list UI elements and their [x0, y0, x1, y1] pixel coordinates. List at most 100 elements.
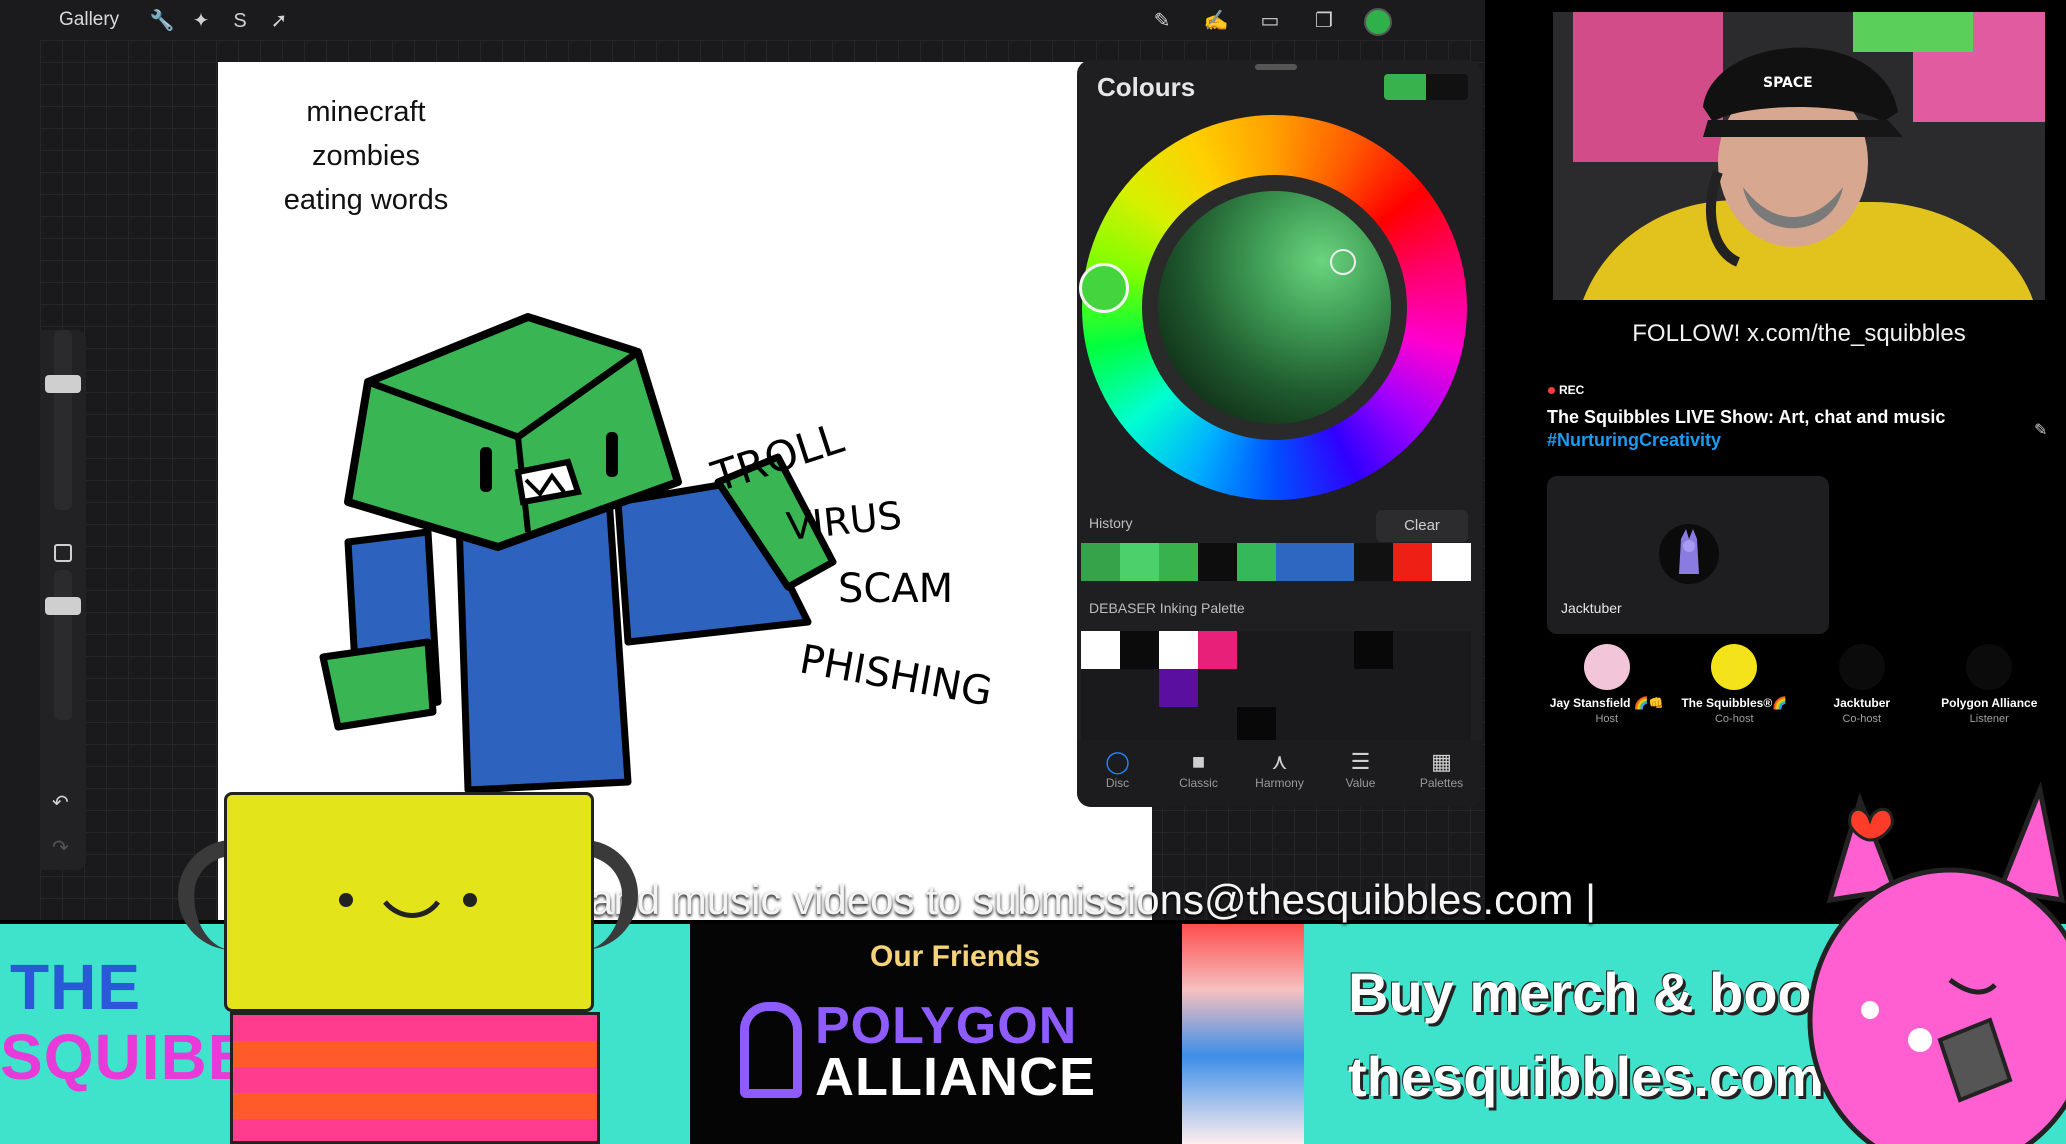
history-swatch[interactable]	[1393, 543, 1432, 581]
rec-label: REC	[1559, 383, 1585, 397]
palette-swatch[interactable]	[1159, 631, 1198, 669]
palette-swatch[interactable]	[1276, 669, 1315, 707]
palette-swatch[interactable]	[1081, 631, 1120, 669]
palette-swatch[interactable]	[1393, 631, 1432, 669]
participant[interactable]: Polygon Alliance Listener	[1926, 644, 2054, 725]
friends-name-line2: ALLIANCE	[815, 1047, 1096, 1107]
palette-swatch[interactable]	[1315, 669, 1354, 707]
palette-swatch[interactable]	[1354, 669, 1393, 707]
svg-text:SPACE: SPACE	[1763, 75, 1813, 91]
saturation-disc[interactable]	[1158, 191, 1391, 424]
opacity-knob[interactable]	[45, 597, 81, 615]
magic-wand-icon[interactable]: ✦	[187, 7, 215, 35]
active-colour-button[interactable]	[1364, 8, 1392, 36]
palette-swatch[interactable]	[1159, 669, 1198, 707]
brush-size-knob[interactable]	[45, 375, 81, 393]
history-swatch[interactable]	[1081, 543, 1120, 581]
procreate-toolbar: Gallery 🔧 ✦ S ➚ ✎ ✍ ▭ ❐	[40, 0, 1485, 44]
tab-classic[interactable]: ■ Classic	[1164, 748, 1234, 807]
brush-icon[interactable]: ✎	[1148, 7, 1176, 35]
participant[interactable]: Jay Stansfield 🌈👊 Host	[1543, 644, 1671, 725]
follow-text: FOLLOW! x.com/the_squibbles	[1632, 320, 1966, 347]
history-swatch[interactable]	[1432, 543, 1471, 581]
eraser-icon[interactable]: ▭	[1256, 7, 1284, 35]
disc-icon: ◯	[1105, 749, 1130, 774]
history-swatch[interactable]	[1237, 543, 1276, 581]
clear-history-button[interactable]: Clear	[1376, 510, 1468, 542]
palette-swatch[interactable]	[1081, 669, 1120, 707]
participant-name: The Squibbles®🌈	[1681, 696, 1788, 710]
palette-swatch[interactable]	[1432, 669, 1471, 707]
tab-harmony[interactable]: ⋏ Harmony	[1245, 748, 1315, 807]
palettes-grid-icon: ▦	[1431, 749, 1452, 774]
opacity-slider[interactable]	[54, 570, 72, 720]
brush-size-slider[interactable]	[54, 330, 72, 510]
colours-panel: Colours History Clear DEBASER Inking Pal…	[1077, 60, 1482, 807]
participant-role: Co-host	[1714, 713, 1754, 725]
history-swatch[interactable]	[1315, 543, 1354, 581]
participant-role: Listener	[1969, 713, 2009, 725]
undo-icon[interactable]: ↶	[52, 790, 69, 815]
hue-picker[interactable]	[1079, 263, 1129, 313]
history-swatch[interactable]	[1276, 543, 1315, 581]
history-swatches	[1081, 543, 1471, 581]
selection-icon[interactable]: S	[226, 7, 254, 35]
tab-label: Harmony	[1255, 776, 1304, 790]
participant-avatar	[1966, 644, 2013, 690]
history-swatch[interactable]	[1120, 543, 1159, 581]
layers-icon[interactable]: ❐	[1310, 7, 1338, 35]
procreate-sidebar: ↶ ↷	[40, 330, 86, 870]
panel-grabber[interactable]	[1255, 64, 1297, 70]
modify-button[interactable]	[54, 544, 72, 562]
previous-colour-swatch[interactable]	[1426, 74, 1468, 100]
palette-swatch[interactable]	[1237, 631, 1276, 669]
active-speaker-card[interactable]: Jacktuber	[1547, 476, 1829, 634]
ticker-text: and music videos to submissions@thesquib…	[590, 876, 1597, 923]
tab-value[interactable]: ☰ Value	[1326, 748, 1396, 807]
current-colour-swatch[interactable]	[1384, 74, 1426, 100]
saturation-picker[interactable]	[1330, 249, 1356, 275]
palette-swatch[interactable]	[1237, 669, 1276, 707]
palette-swatch[interactable]	[1432, 631, 1471, 669]
palette-swatch[interactable]	[1276, 631, 1315, 669]
history-swatch[interactable]	[1354, 543, 1393, 581]
hue-ring[interactable]	[1079, 115, 1467, 500]
mascot-striped-body	[230, 1012, 600, 1144]
palette-label: DEBASER Inking Palette	[1089, 600, 1245, 616]
edit-pencil-icon[interactable]: ✎	[2034, 420, 2047, 440]
palette-swatch[interactable]	[1393, 669, 1432, 707]
artwork-strip	[1182, 924, 1304, 1144]
redo-icon[interactable]: ↷	[52, 835, 69, 860]
participant[interactable]: Jacktuber Co-host	[1798, 644, 1926, 725]
tab-label: Classic	[1179, 776, 1218, 790]
mascot-face	[339, 893, 477, 918]
palette-swatch[interactable]	[1198, 631, 1237, 669]
show-hashtag[interactable]: #NurturingCreativity	[1547, 429, 2047, 452]
palette-swatch[interactable]	[1315, 631, 1354, 669]
palette-swatch[interactable]	[1198, 669, 1237, 707]
webcam-image: SPACE	[1553, 12, 2045, 300]
procreate-app: Gallery 🔧 ✦ S ➚ ✎ ✍ ▭ ❐ ↶ ↷ minecraft zo…	[0, 0, 1485, 920]
smudge-icon[interactable]: ✍	[1202, 7, 1230, 35]
participant[interactable]: The Squibbles®🌈 Co-host	[1671, 644, 1799, 725]
participant-role: Co-host	[1842, 713, 1882, 725]
word-scam: SCAM	[838, 566, 953, 612]
participant-name: Jacktuber	[1833, 696, 1891, 710]
tab-palettes[interactable]: ▦ Palettes	[1407, 748, 1477, 807]
history-swatch[interactable]	[1198, 543, 1237, 581]
participant-avatar	[1838, 644, 1885, 690]
history-swatch[interactable]	[1159, 543, 1198, 581]
participant-name: Polygon Alliance	[1941, 696, 2038, 710]
wrench-icon[interactable]: 🔧	[148, 7, 176, 35]
palette-swatch[interactable]	[1354, 631, 1393, 669]
gallery-button[interactable]: Gallery	[59, 9, 119, 31]
palette-swatch[interactable]	[1120, 631, 1159, 669]
tab-label: Disc	[1105, 776, 1130, 790]
show-title-text: The Squibbles LIVE Show: Art, chat and m…	[1547, 407, 1946, 427]
tab-disc[interactable]: ◯ Disc	[1083, 748, 1153, 807]
transform-arrow-icon[interactable]: ➚	[265, 7, 293, 35]
our-friends-box: Our Friends POLYGON ALLIANCE	[690, 924, 1182, 1144]
participant-avatar	[1583, 644, 1630, 690]
palette-swatch[interactable]	[1120, 669, 1159, 707]
tab-label: Value	[1345, 776, 1376, 790]
